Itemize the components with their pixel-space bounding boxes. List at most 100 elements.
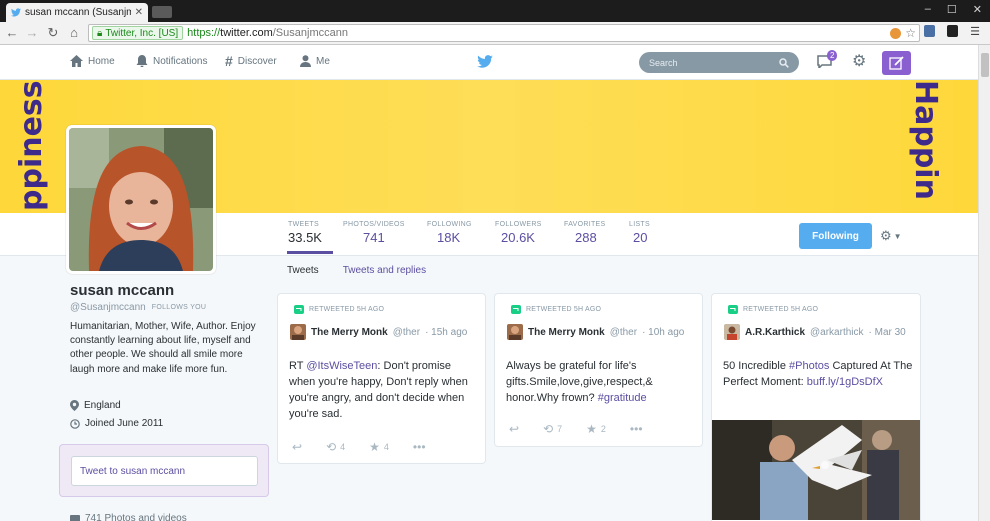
tweet-time[interactable]: · Mar 30 [869,327,906,338]
retweet-action[interactable]: ⟲ 7 [543,422,562,436]
window-controls: – ☐ ✕ [925,3,982,16]
tweet-time[interactable]: · 15h ago [425,327,467,338]
new-tab-button[interactable] [152,6,172,18]
tab-tweets[interactable]: Tweets [287,265,319,276]
stat-label: FAVORITES [564,221,606,228]
tweet-card[interactable]: RETWEETED 5H AGO The Merry Monk @ther · … [277,293,486,464]
home-icon [70,55,83,67]
nav-discover[interactable]: # Discover [225,53,277,69]
tweet-time[interactable]: · 10h ago [642,327,684,338]
author-handle: @arkarthick [810,326,864,338]
retweeted-text: RETWEETED 5H AGO [526,306,602,313]
settings-gear-icon[interactable]: ⚙ [852,54,866,70]
home-browser-icon[interactable]: ⌂ [66,25,82,40]
nav-notifications[interactable]: Notifications [136,55,207,67]
stat-favorites[interactable]: FAVORITES 288 [564,221,605,245]
person-icon [300,55,311,67]
dm-count-badge: 2 [827,50,838,61]
tweet-to-box: Tweet to susan mccann [59,444,269,497]
search-input[interactable]: Search [639,52,799,73]
tweet-photo[interactable] [712,420,920,520]
nav-home[interactable]: Home [70,55,115,67]
menu-icon[interactable]: ☰ [970,25,980,38]
browser-tab[interactable]: susan mccann (Susanjmc ✕ [6,3,148,22]
url-link[interactable]: buff.ly/1gDsDfX [807,376,883,388]
more-icon[interactable]: ••• [413,440,426,454]
extension-cookie-icon[interactable] [890,27,902,39]
hashtag-link[interactable]: #Photos [789,360,829,372]
joined-text: Joined June 2011 [85,418,164,429]
retweet-badge-icon [294,305,304,314]
page-scrollbar[interactable] [978,45,990,521]
scroll-thumb[interactable] [981,53,989,77]
photos-videos-label: 741 Photos and videos [85,513,187,521]
stat-tweets[interactable]: TWEETS 33.5K [288,221,322,245]
tweet-actions: ↩ ⟲ 7 ★ 2 ••• [509,422,643,436]
following-button[interactable]: Following [799,223,872,249]
close-window-icon[interactable]: ✕ [973,3,982,16]
nav-discover-label: Discover [237,55,277,67]
more-icon[interactable]: ••• [630,422,643,436]
camera-icon [70,514,80,521]
nav-notifications-label: Notifications [153,55,208,67]
tweet-card[interactable]: RETWEETED 5H AGO A.R.Karthick @arkarthic… [711,293,921,521]
stat-value: 33.5K [288,230,322,245]
photos-videos-link[interactable]: 741 Photos and videos [70,513,187,521]
tab-tweets-and-replies[interactable]: Tweets and replies [343,265,426,276]
timeline-tabs: Tweets Tweets and replies [287,265,426,276]
reload-icon[interactable]: ↻ [45,25,61,41]
reply-icon[interactable]: ↩ [509,422,519,436]
banner-text-right: Happin [908,80,943,200]
stat-label: LISTS [629,221,650,228]
author-avatar [724,324,740,340]
twitter-topbar: Home Notifications # Discover Me Search … [0,45,978,80]
stat-label: FOLLOWERS [495,221,542,228]
favorite-count: 4 [383,442,389,452]
profile-extension-icon[interactable] [924,25,936,37]
retweet-action[interactable]: ⟲ 4 [326,440,345,454]
profile-bio: Humanitarian, Mother, Wife, Author. Enjo… [70,321,256,375]
user-actions-menu[interactable]: ⚙ ▼ [880,228,902,244]
stat-photos-videos[interactable]: PHOTOS/VIDEOS 741 [343,221,405,245]
search-icon[interactable] [779,57,789,68]
seagull-photo [712,420,920,520]
mention-link[interactable]: @ItsWiseTeen [306,360,377,372]
tab-close-icon[interactable]: ✕ [135,7,143,18]
favorite-action[interactable]: ★ 4 [369,440,389,454]
minimize-icon[interactable]: – [925,3,931,16]
hashtag-link[interactable]: #gratitude [598,392,647,404]
ev-certificate-badge[interactable]: 🔒︎ Twitter, Inc. [US] [92,26,184,40]
stat-following[interactable]: FOLLOWING 18K [427,221,472,245]
maximize-icon[interactable]: ☐ [947,3,957,16]
compose-tweet-button[interactable] [882,51,911,75]
favorite-action[interactable]: ★ 2 [586,422,606,436]
address-bar[interactable]: 🔒︎ Twitter, Inc. [US] https://twitter.co… [88,24,920,42]
url-host: twitter.com [220,27,273,39]
tweet-author[interactable]: A.R.Karthick @arkarthick · Mar 30 [724,324,906,340]
bookmark-star-icon[interactable]: ☆ [905,26,916,40]
author-avatar [290,324,306,340]
retweeted-text: RETWEETED 5H AGO [743,306,819,313]
twitter-bird-icon[interactable] [477,55,493,68]
retweeted-line: RETWEETED 5H AGO [511,305,601,314]
stat-value: 20.6K [501,230,535,245]
location-text: England [84,400,121,411]
retweet-icon: ⟲ [543,422,554,436]
stat-lists[interactable]: LISTS 20 [629,221,650,245]
stat-followers[interactable]: FOLLOWERS 20.6K [495,221,542,245]
hash-icon: # [225,53,233,69]
layers-extension-icon[interactable] [947,25,959,37]
favorite-count: 2 [600,424,606,434]
tweet-author[interactable]: The Merry Monk @ther · 15h ago [290,324,467,340]
tweet-to-input[interactable]: Tweet to susan mccann [71,456,258,486]
profile-handle[interactable]: @Susanjmccann [70,302,146,313]
forward-icon[interactable]: → [24,25,40,40]
tweet-author[interactable]: The Merry Monk @ther · 10h ago [507,324,684,340]
stat-value: 20 [633,230,648,245]
back-icon[interactable]: ← [4,25,20,40]
nav-me[interactable]: Me [300,55,330,67]
tweet-card[interactable]: RETWEETED 5H AGO The Merry Monk @ther · … [494,293,703,447]
reply-icon[interactable]: ↩ [292,440,302,454]
direct-messages-button[interactable]: 2 [817,50,838,71]
profile-avatar[interactable] [66,125,216,274]
